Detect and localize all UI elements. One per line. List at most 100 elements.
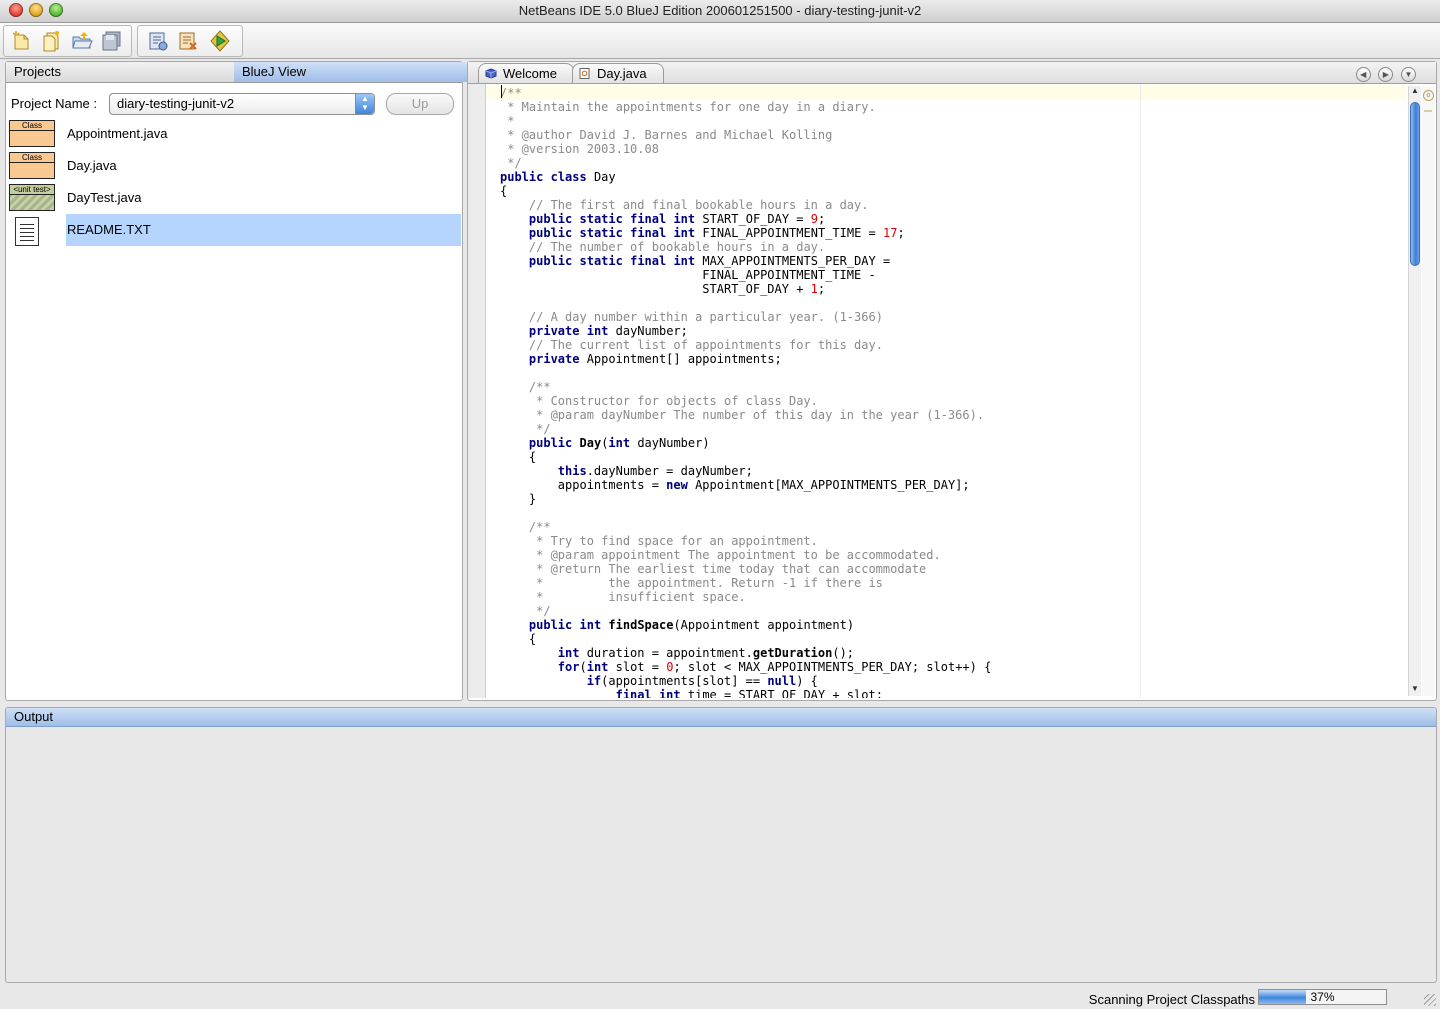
scroll-down-icon[interactable]: ▼ xyxy=(1410,684,1420,696)
editor-tabs: Welcome Day.java ◀ ▶ ▼ xyxy=(468,62,1436,84)
editor-gutter xyxy=(468,84,486,698)
code-line[interactable]: public static final int FINAL_APPOINTMEN… xyxy=(486,226,1406,240)
code-line[interactable] xyxy=(486,366,1406,380)
file-name: Day.java xyxy=(67,158,117,173)
code-line[interactable]: * xyxy=(486,114,1406,128)
unit-test-icon: <unit test> xyxy=(9,184,55,211)
code-line[interactable]: int duration = appointment.getDuration()… xyxy=(486,646,1406,660)
code-line[interactable]: private int dayNumber; xyxy=(486,324,1406,338)
code-line[interactable]: // The current list of appointments for … xyxy=(486,338,1406,352)
code-line[interactable]: { xyxy=(486,184,1406,198)
code-line[interactable]: */ xyxy=(486,422,1406,436)
text-caret xyxy=(501,85,502,98)
editor-tab-nav: ◀ ▶ ▼ xyxy=(1352,65,1416,82)
code-line[interactable]: { xyxy=(486,632,1406,646)
tab-projects[interactable]: Projects xyxy=(6,62,235,82)
status-bar: Scanning Project Classpaths 37% xyxy=(0,984,1440,1009)
progress-percent: 37% xyxy=(1310,990,1335,1004)
code-line[interactable]: private Appointment[] appointments; xyxy=(486,352,1406,366)
file-item-day[interactable]: Class Day.java xyxy=(6,150,462,182)
code-line[interactable]: final int time = START_OF_DAY + slot; xyxy=(486,688,1406,698)
editor-panel: Welcome Day.java ◀ ▶ ▼ /** * Maintain th… xyxy=(467,61,1437,701)
scrollbar-thumb[interactable] xyxy=(1410,102,1420,266)
tab-welcome[interactable]: Welcome xyxy=(478,63,574,83)
code-line[interactable]: * the appointment. Return -1 if there is xyxy=(486,576,1406,590)
code-line[interactable]: // The number of bookable hours in a day… xyxy=(486,240,1406,254)
code-line[interactable]: { xyxy=(486,450,1406,464)
file-item-daytest[interactable]: <unit test> DayTest.java xyxy=(6,182,462,214)
up-button[interactable]: Up xyxy=(386,93,454,115)
project-name-value: diary-testing-junit-v2 xyxy=(117,96,235,111)
code-line[interactable]: // The first and final bookable hours in… xyxy=(486,198,1406,212)
code-line[interactable]: * @param appointment The appointment to … xyxy=(486,548,1406,562)
code-line[interactable]: * Try to find space for an appointment. xyxy=(486,534,1406,548)
tab-day-java[interactable]: Day.java xyxy=(572,63,664,83)
netbeans-cube-icon xyxy=(485,68,497,79)
code-line[interactable]: /** xyxy=(486,380,1406,394)
select-arrows-icon: ▲ ▼ xyxy=(355,94,374,114)
file-name: DayTest.java xyxy=(67,190,142,205)
code-line[interactable]: if(appointments[slot] == null) { xyxy=(486,674,1406,688)
scroll-tabs-left-icon[interactable]: ◀ xyxy=(1355,67,1371,82)
code-line[interactable]: FINAL_APPOINTMENT_TIME - xyxy=(486,268,1406,282)
output-panel: Output xyxy=(5,707,1437,983)
right-margin-line xyxy=(1140,84,1141,698)
code-line[interactable]: * insufficient space. xyxy=(486,590,1406,604)
code-line[interactable]: /** xyxy=(486,86,1406,100)
main-toolbar xyxy=(0,23,1440,59)
code-line[interactable]: appointments = new Appointment[MAX_APPOI… xyxy=(486,478,1406,492)
file-item-readme[interactable]: README.TXT xyxy=(6,214,462,246)
code-line[interactable]: public static final int MAX_APPOINTMENTS… xyxy=(486,254,1406,268)
code-line[interactable] xyxy=(486,296,1406,310)
clean-build-icon[interactable] xyxy=(176,29,200,53)
code-line[interactable]: // A day number within a particular year… xyxy=(486,310,1406,324)
text-document-icon xyxy=(9,216,55,246)
project-name-label: Project Name : xyxy=(11,96,97,111)
code-line[interactable]: public int findSpace(Appointment appoint… xyxy=(486,618,1406,632)
tab-bluej-view[interactable]: BlueJ View xyxy=(234,62,469,82)
code-line[interactable]: START_OF_DAY + 1; xyxy=(486,282,1406,296)
tab-list-dropdown-icon[interactable]: ▼ xyxy=(1401,67,1416,82)
status-text: Scanning Project Classpaths xyxy=(1088,992,1255,1007)
code-editor[interactable]: /** * Maintain the appointments for one … xyxy=(486,84,1406,698)
new-file-icon[interactable] xyxy=(40,29,64,53)
code-line[interactable]: public Day(int dayNumber) xyxy=(486,436,1406,450)
code-line[interactable]: * @version 2003.10.08 xyxy=(486,142,1406,156)
scroll-tabs-right-icon[interactable]: ▶ xyxy=(1378,67,1394,82)
bluej-view-panel: Projects BlueJ View Project Name : diary… xyxy=(5,61,469,701)
project-name-select[interactable]: diary-testing-junit-v2 ▲ ▼ xyxy=(109,93,375,115)
code-line[interactable]: */ xyxy=(486,604,1406,618)
code-line[interactable]: * @param dayNumber The number of this da… xyxy=(486,408,1406,422)
file-item-appointment[interactable]: Class Appointment.java xyxy=(6,118,462,150)
project-file-list: Class Appointment.java Class Day.java <u… xyxy=(6,118,462,246)
editor-vertical-scrollbar[interactable]: ▲ ▼ xyxy=(1408,86,1421,696)
class-icon: Class xyxy=(9,152,55,179)
class-icon: Class xyxy=(9,120,55,147)
code-line[interactable]: public static final int START_OF_DAY = 9… xyxy=(486,212,1406,226)
build-main-project-icon[interactable] xyxy=(146,29,170,53)
code-line[interactable]: for(int slot = 0; slot < MAX_APPOINTMENT… xyxy=(486,660,1406,674)
project-name-row: Project Name : diary-testing-junit-v2 ▲ ▼… xyxy=(6,90,462,116)
code-line[interactable]: */ xyxy=(486,156,1406,170)
run-main-project-icon[interactable] xyxy=(208,29,232,53)
code-line[interactable]: /** xyxy=(486,520,1406,534)
scroll-up-icon[interactable]: ▲ xyxy=(1410,86,1420,98)
title-bar: NetBeans IDE 5.0 BlueJ Edition 200601251… xyxy=(0,0,1440,23)
error-stripe-mark[interactable] xyxy=(1424,110,1432,112)
code-line[interactable] xyxy=(486,506,1406,520)
resize-grip-icon[interactable] xyxy=(1424,994,1436,1006)
code-line[interactable]: this.dayNumber = dayNumber; xyxy=(486,464,1406,478)
code-line[interactable]: public class Day xyxy=(486,170,1406,184)
code-line[interactable]: * Constructor for objects of class Day. xyxy=(486,394,1406,408)
code-line[interactable]: } xyxy=(486,492,1406,506)
save-all-icon[interactable] xyxy=(100,29,124,53)
code-line[interactable]: * @return The earliest time today that c… xyxy=(486,562,1406,576)
new-project-icon[interactable] xyxy=(10,29,34,53)
code-line[interactable]: * Maintain the appointments for one day … xyxy=(486,100,1406,114)
file-toolbar-group xyxy=(3,25,132,57)
open-project-icon[interactable] xyxy=(70,29,94,53)
file-name: Appointment.java xyxy=(67,126,168,141)
tab-output[interactable]: Output xyxy=(6,708,1436,727)
no-errors-icon: o xyxy=(1423,90,1434,101)
code-line[interactable]: * @author David J. Barnes and Michael Ko… xyxy=(486,128,1406,142)
